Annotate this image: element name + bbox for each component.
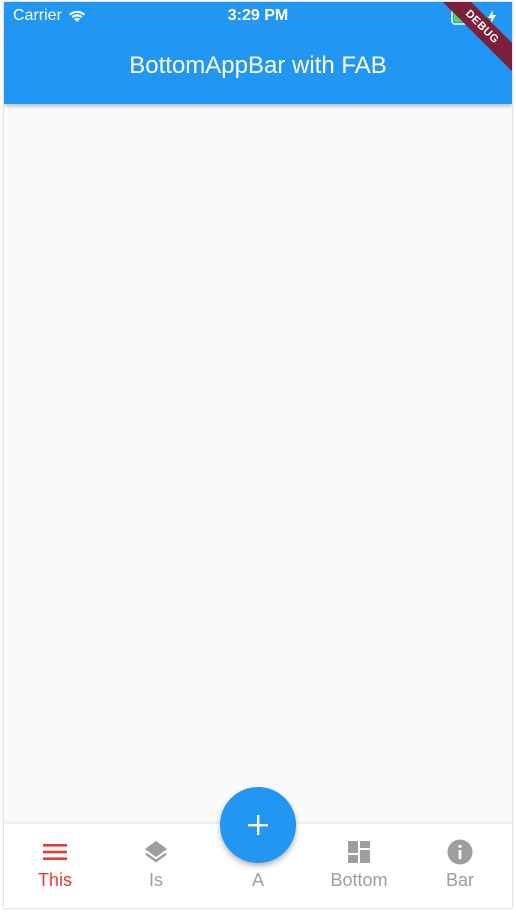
app-bar: Carrier 3:29 PM BottomAppBar with FAB [4,2,512,104]
main-content [4,104,512,824]
nav-item-a[interactable]: A [208,838,308,898]
nav-label-bottom: Bottom [330,870,388,890]
layers-icon [145,841,167,863]
nav-item-bottom[interactable]: Bottom [309,838,409,898]
device-screen: Carrier 3:29 PM BottomAppBar with FAB DE… [4,2,512,908]
info-icon [447,839,473,865]
menu-icon [43,844,67,860]
nav-label-is: Is [148,870,163,890]
nav-item-is[interactable]: Is [106,838,206,898]
nav-icon-placeholder [244,838,272,866]
nav-label-this: This [37,870,72,890]
nav-item-bar[interactable]: Bar [410,838,510,898]
nav-item-this[interactable]: This [5,838,105,898]
nav-label-bar: Bar [445,870,474,890]
dashboard-icon [348,841,370,863]
status-bar: Carrier 3:29 PM [4,2,512,32]
page-title: BottomAppBar with FAB [129,52,387,79]
plus-icon [248,815,268,835]
clock: 3:29 PM [227,7,289,24]
nav-label-a: A [251,870,264,890]
